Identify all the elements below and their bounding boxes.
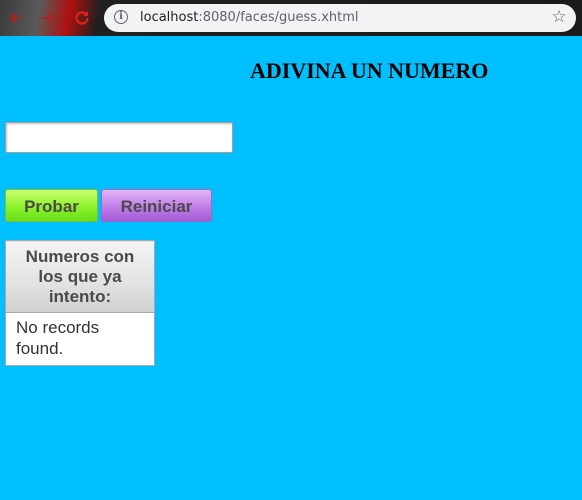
back-arrow-icon[interactable] <box>6 8 26 28</box>
table-header-row: Numeros con los que ya intento: <box>5 240 155 313</box>
url-host: localhost <box>140 10 199 25</box>
info-icon[interactable]: i <box>114 10 128 24</box>
forward-arrow-icon[interactable] <box>38 8 58 28</box>
reiniciar-button[interactable]: Reiniciar <box>101 189 212 222</box>
guess-input[interactable] <box>5 122 233 153</box>
probar-button[interactable]: Probar <box>5 189 98 222</box>
attempts-column-header: Numeros con los que ya intento: <box>5 240 155 313</box>
browser-toolbar: i localhost:8080/faces/guess.xhtml ☆ <box>0 0 582 36</box>
url-path: :8080/faces/guess.xhtml <box>198 10 359 25</box>
url-text[interactable]: localhost:8080/faces/guess.xhtml <box>140 10 359 25</box>
bookmark-star-icon[interactable]: ☆ <box>550 8 568 26</box>
empty-message: No records found. <box>5 312 155 366</box>
reload-icon[interactable] <box>72 8 92 28</box>
table-row: No records found. <box>5 312 155 366</box>
address-bar[interactable]: i localhost:8080/faces/guess.xhtml ☆ <box>104 4 576 32</box>
attempts-table: Numeros con los que ya intento: No recor… <box>5 240 155 366</box>
page-title: ADIVINA UN NUMERO <box>250 58 489 83</box>
